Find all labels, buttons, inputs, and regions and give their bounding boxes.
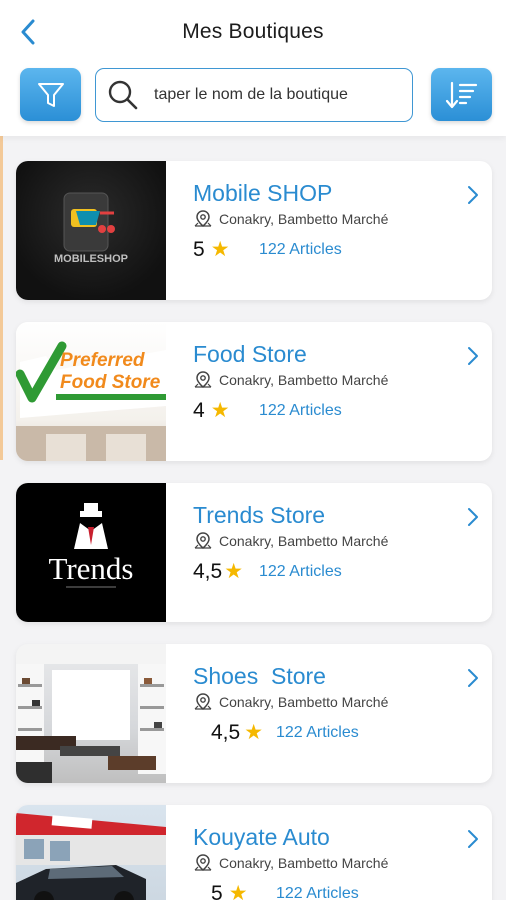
rating-value: 5 (193, 237, 205, 261)
chevron-right-icon (468, 186, 478, 204)
star-icon: ★ (210, 399, 230, 422)
shop-location: Conakry, Bambetto Marché (193, 370, 388, 390)
location-pin-icon (194, 693, 212, 710)
location-text: Conakry, Bambetto Marché (219, 855, 389, 871)
articles-count: 122 Articles (259, 563, 342, 580)
filter-icon (37, 82, 64, 107)
shop-logo-image (16, 644, 166, 783)
shop-card[interactable]: Shoes Store Conakry, Bambetto Marché 4,5… (16, 644, 492, 783)
location-text: Conakry, Bambetto Marché (219, 211, 389, 227)
articles-count: 122 Articles (276, 885, 359, 900)
shop-logo-image (16, 805, 166, 900)
filter-button[interactable] (20, 68, 81, 121)
rating-value: 4,5 (193, 559, 223, 583)
logo-text: MOBILESHOP (54, 253, 128, 265)
shop-rating: 5 ★ (211, 881, 248, 900)
shop-location: Conakry, Bambetto Marché (193, 531, 388, 551)
app-header: Mes Boutiques (0, 0, 506, 136)
star-icon: ★ (224, 560, 244, 583)
articles-count: 122 Articles (259, 402, 342, 419)
food-store-logo: Preferred Food Store (16, 341, 166, 461)
articles-count: 122 Articles (276, 724, 359, 741)
shop-location: Conakry, Bambetto Marché (193, 209, 388, 229)
logo-text-line2: Food Store (60, 372, 161, 393)
chevron-right-icon (468, 830, 478, 848)
shop-card[interactable]: Preferred Food Store Food Store Conakry,… (16, 322, 492, 461)
shop-logo-image: Preferred Food Store (16, 322, 166, 461)
kouyate-auto-photo (16, 813, 166, 900)
chevron-right-icon (468, 508, 478, 526)
articles-count: 122 Articles (259, 241, 342, 258)
star-icon: ★ (228, 882, 248, 900)
chevron-right-icon (468, 347, 478, 365)
shop-logo-image: MOBILESHOP (16, 161, 166, 300)
page-title: Mes Boutiques (182, 20, 324, 43)
shop-rating: 4 ★ (193, 398, 230, 423)
shop-rating: 4,5 ★ (211, 720, 263, 745)
location-text: Conakry, Bambetto Marché (219, 694, 389, 710)
rating-value: 4,5 (211, 720, 241, 744)
shop-name: Trends Store (193, 502, 326, 528)
shop-card[interactable]: Kouyate Auto Conakry, Bambetto Marché 5 … (16, 805, 492, 900)
search-input[interactable] (154, 86, 394, 104)
shop-rating: 5 ★ (193, 237, 230, 262)
shop-name: Mobile SHOP (193, 180, 333, 206)
search-icon (102, 74, 144, 116)
location-pin-icon (194, 210, 212, 227)
logo-text: Trends (49, 551, 134, 586)
location-pin-icon (194, 532, 212, 549)
shop-list: MOBILESHOP Mobile SHOP Conakry, Bambetto… (0, 136, 506, 900)
rating-value: 5 (211, 881, 223, 900)
trends-logo: Trends (49, 503, 134, 588)
location-pin-icon (194, 854, 212, 871)
star-icon: ★ (244, 721, 264, 744)
logo-text-line1: Preferred (60, 350, 145, 371)
mobile-shop-logo: MOBILESHOP (54, 192, 128, 265)
location-text: Conakry, Bambetto Marché (219, 533, 389, 549)
shop-card[interactable]: MOBILESHOP Mobile SHOP Conakry, Bambetto… (16, 161, 492, 300)
sort-button[interactable] (431, 68, 492, 121)
location-pin-icon (194, 371, 212, 388)
shop-logo-image: Trends (16, 483, 166, 622)
star-icon: ★ (210, 238, 230, 261)
chevron-right-icon (468, 669, 478, 687)
location-text: Conakry, Bambetto Marché (219, 372, 389, 388)
shoes-store-photo (16, 644, 166, 783)
search-field[interactable] (95, 68, 413, 122)
shop-name: Kouyate Auto (193, 824, 330, 850)
sort-icon (445, 81, 477, 108)
shop-location: Conakry, Bambetto Marché (193, 853, 388, 873)
shop-name: Shoes Store (193, 663, 326, 689)
shop-card[interactable]: Trends Trends Store Conakry, Bambetto Ma… (16, 483, 492, 622)
rating-value: 4 (193, 398, 205, 422)
shop-rating: 4,5 ★ (193, 559, 243, 584)
shop-location: Conakry, Bambetto Marché (193, 692, 388, 712)
shop-name: Food Store (193, 341, 307, 367)
